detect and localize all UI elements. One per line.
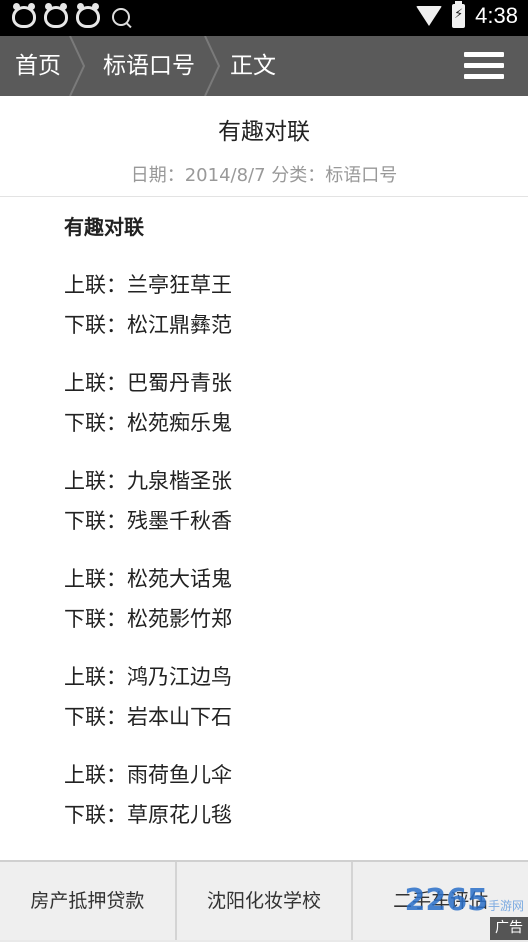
couplet: 上联：九泉楷圣张 下联：残墨千秋香 (64, 466, 504, 536)
article-meta: 日期：2014/8/7 分类：标语口号 (130, 165, 398, 186)
cat-app-icon (44, 3, 68, 28)
divider (0, 196, 528, 197)
ad-link-mortgage[interactable]: 房产抵押贷款 (0, 862, 177, 940)
breadcrumb: 首页 标语口号 正文 (0, 36, 528, 96)
article-body: 有趣对联 上联：兰亭狂草王 下联：松江鼎彝范 上联：巴蜀丹青张 下联：松苑痴乐鬼… (64, 212, 504, 830)
couplet: 上联：巴蜀丹青张 下联：松苑痴乐鬼 (64, 368, 504, 438)
couplet: 上联：兰亭狂草王 下联：松江鼎彝范 (64, 270, 504, 340)
hamburger-menu-icon[interactable] (464, 52, 504, 80)
couplet-upper: 上联：雨荷鱼儿伞 (64, 763, 232, 787)
battery-charging-icon (452, 1, 466, 28)
couplet-lower: 下联：松江鼎彝范 (64, 313, 232, 337)
chevron-right-icon (68, 36, 88, 96)
couplet-upper: 上联：兰亭狂草王 (64, 273, 232, 297)
couplet: 上联：鸿乃江边鸟 下联：岩本山下石 (64, 662, 504, 732)
breadcrumb-category-link[interactable]: 标语口号 (103, 36, 195, 96)
couplet-upper: 上联：鸿乃江边鸟 (64, 665, 232, 689)
page-title: 有趣对联 (218, 119, 310, 145)
couplet: 上联：松苑大话鬼 下联：松苑影竹郑 (64, 564, 504, 634)
couplet: 上联：雨荷鱼儿伞 下联：草原花儿毯 (64, 760, 504, 830)
couplet-upper: 上联：松苑大话鬼 (64, 567, 232, 591)
article-heading: 有趣对联 (64, 215, 144, 239)
cat-app-icon (76, 3, 100, 28)
couplet-upper: 上联：九泉楷圣张 (64, 469, 232, 493)
breadcrumb-current: 正文 (230, 53, 276, 79)
chevron-right-icon (203, 36, 223, 96)
couplet-lower: 下联：残墨千秋香 (64, 509, 232, 533)
search-icon (112, 8, 130, 26)
couplet-upper: 上联：巴蜀丹青张 (64, 371, 232, 395)
breadcrumb-home-link[interactable]: 首页 (15, 36, 61, 96)
couplet-lower: 下联：松苑痴乐鬼 (64, 411, 232, 435)
ad-tag: 广告 (490, 917, 528, 940)
wifi-icon (416, 6, 443, 26)
couplet-lower: 下联：草原花儿毯 (64, 803, 232, 827)
status-bar: 4:38 (0, 0, 528, 36)
couplet-lower: 下联：松苑影竹郑 (64, 607, 232, 631)
couplet-lower: 下联：岩本山下石 (64, 705, 232, 729)
watermark-logo: 2265手游网 (404, 883, 524, 918)
ad-link-makeup-school[interactable]: 沈阳化妆学校 (176, 862, 354, 940)
status-time: 4:38 (475, 3, 518, 28)
cat-app-icon (12, 3, 36, 28)
